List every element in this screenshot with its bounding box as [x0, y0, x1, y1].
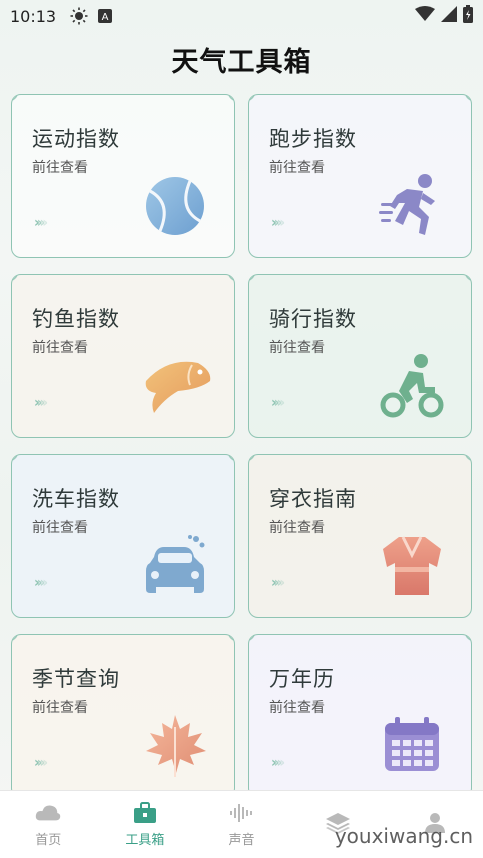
- tool-grid: 运动指数 前往查看 ›››› 跑步指数 前往查看 ›››› 钓鱼指数 前往查看 …: [0, 94, 483, 790]
- status-bar: 10:13 A: [0, 0, 483, 32]
- card-cycling-index[interactable]: 骑行指数 前往查看 ››››: [248, 274, 472, 438]
- arrows-icon: ››››: [271, 755, 285, 771]
- cloud-icon: [35, 801, 61, 825]
- card-title: 跑步指数: [269, 127, 357, 151]
- card-subtitle: 前往查看: [32, 520, 88, 536]
- card-title: 万年历: [269, 667, 335, 691]
- card-season-query[interactable]: 季节查询 前往查看 ››››: [11, 634, 235, 790]
- arrows-icon: ››››: [271, 575, 285, 591]
- card-subtitle: 前往查看: [269, 700, 325, 716]
- arrows-icon: ››››: [34, 755, 48, 771]
- a-badge-icon: A: [98, 9, 113, 23]
- card-subtitle: 前往查看: [32, 700, 88, 716]
- nav-sound[interactable]: 声音: [201, 801, 281, 848]
- card-fishing-index[interactable]: 钓鱼指数 前往查看 ››››: [11, 274, 235, 438]
- card-title: 季节查询: [32, 667, 120, 691]
- card-title: 穿衣指南: [269, 487, 357, 511]
- kimono-icon: [379, 533, 445, 599]
- arrows-icon: ››››: [271, 215, 285, 231]
- cyclist-icon: [379, 353, 445, 419]
- svg-text:A: A: [102, 12, 109, 23]
- wifi-icon: [415, 6, 435, 26]
- card-running-index[interactable]: 跑步指数 前往查看 ››››: [248, 94, 472, 258]
- card-perpetual-calendar[interactable]: 万年历 前往查看 ››››: [248, 634, 472, 790]
- calendar-icon: [379, 713, 445, 779]
- arrows-icon: ››››: [271, 395, 285, 411]
- sound-wave-icon: [228, 801, 254, 825]
- card-title: 运动指数: [32, 127, 120, 151]
- card-clothing-guide[interactable]: 穿衣指南 前往查看 ››››: [248, 454, 472, 618]
- card-subtitle: 前往查看: [269, 160, 325, 176]
- runner-icon: [379, 173, 445, 239]
- card-title: 洗车指数: [32, 487, 120, 511]
- card-subtitle: 前往查看: [32, 340, 88, 356]
- card-title: 钓鱼指数: [32, 307, 120, 331]
- car-wash-icon: [142, 533, 208, 599]
- watermark: youxiwang.cn: [334, 824, 473, 848]
- card-subtitle: 前往查看: [269, 340, 325, 356]
- page-title: 天气工具箱: [171, 47, 312, 78]
- nav-home[interactable]: 首页: [8, 801, 88, 848]
- card-car-wash-index[interactable]: 洗车指数 前往查看 ››››: [11, 454, 235, 618]
- nav-toolbox[interactable]: 工具箱: [105, 801, 185, 848]
- card-subtitle: 前往查看: [32, 160, 88, 176]
- arrows-icon: ››››: [34, 215, 48, 231]
- signal-icon: [441, 6, 457, 26]
- sun-icon: [70, 7, 88, 25]
- toolbox-icon: [132, 801, 158, 825]
- status-time: 10:13: [10, 6, 57, 26]
- nav-label: 首页: [35, 833, 62, 848]
- arrows-icon: ››››: [34, 395, 48, 411]
- nav-label: 工具箱: [125, 833, 165, 848]
- maple-leaf-icon: [142, 713, 208, 779]
- tennis-ball-icon: [142, 173, 208, 239]
- battery-icon: [463, 5, 473, 27]
- card-title: 骑行指数: [269, 307, 357, 331]
- arrows-icon: ››››: [34, 575, 48, 591]
- card-subtitle: 前往查看: [269, 520, 325, 536]
- fish-icon: [138, 353, 214, 419]
- card-sport-index[interactable]: 运动指数 前往查看 ››››: [11, 94, 235, 258]
- nav-label: 声音: [228, 833, 255, 848]
